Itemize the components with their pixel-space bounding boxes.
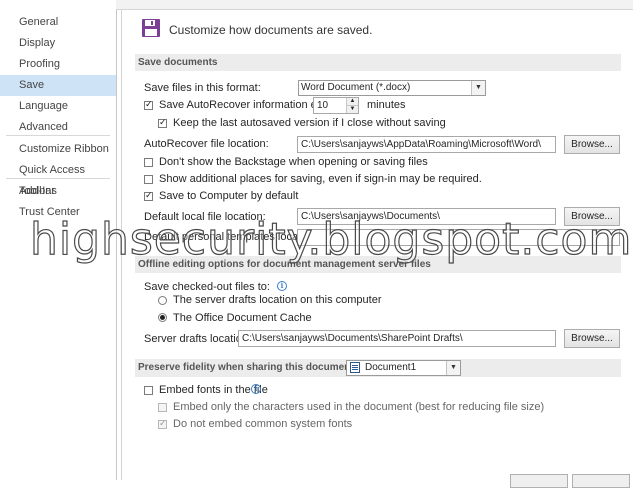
section-offline-editing: Offline editing options for document man…: [135, 256, 621, 273]
spinner-up-icon[interactable]: ▲: [346, 98, 358, 106]
embed-only-used-characters-label: Embed only the characters used in the do…: [173, 401, 545, 413]
server-drafts-radio-label: The server drafts location on this compu…: [173, 294, 382, 306]
fidelity-document-value: Document1: [365, 362, 417, 373]
cancel-button[interactable]: [572, 474, 630, 488]
info-icon[interactable]: i: [277, 281, 287, 291]
no-backstage-checkbox[interactable]: [144, 158, 153, 167]
format-select[interactable]: Word Document (*.docx) ▼: [298, 80, 486, 96]
format-select-value: Word Document (*.docx): [301, 82, 411, 93]
preserve-fidelity-label: Preserve fidelity when sharing this docu…: [138, 362, 357, 373]
embed-only-used-characters-checkbox[interactable]: [158, 403, 167, 412]
sidebar-divider: [6, 135, 110, 136]
no-common-system-fonts-label: Do not embed common system fonts: [173, 418, 353, 430]
fidelity-document-select[interactable]: Document1 ▼: [346, 360, 461, 376]
server-drafts-location-input[interactable]: C:\Users\sanjayws\Documents\SharePoint D…: [238, 330, 556, 347]
sidebar-item-save[interactable]: Save: [0, 75, 116, 96]
office-document-cache-radio[interactable]: [158, 313, 167, 322]
browse-default-local-button[interactable]: Browse...: [564, 207, 620, 226]
keep-last-autosaved-label: Keep the last autosaved version if I clo…: [173, 117, 446, 129]
chevron-down-icon: ▼: [471, 81, 485, 95]
save-to-computer-label: Save to Computer by default: [159, 190, 299, 202]
checked-out-files-label: Save checked-out files to:: [144, 281, 270, 293]
office-document-cache-radio-label: The Office Document Cache: [173, 312, 312, 324]
save-to-computer-checkbox[interactable]: [144, 190, 153, 201]
server-drafts-radio[interactable]: [158, 296, 167, 305]
options-sidebar: General Display Proofing Save Language A…: [0, 0, 117, 480]
save-options-panel: Customize how documents are saved. Save …: [121, 10, 633, 488]
show-additional-places-checkbox[interactable]: [144, 175, 153, 184]
sidebar-item-general[interactable]: General: [0, 12, 116, 33]
no-backstage-label: Don't show the Backstage when opening or…: [159, 156, 428, 168]
personal-templates-location-label: Default personal templates location:: [144, 231, 319, 243]
default-local-location-input[interactable]: C:\Users\sanjayws\Documents\: [297, 208, 556, 225]
keep-last-autosaved-checkbox[interactable]: [158, 117, 167, 128]
browse-server-drafts-button[interactable]: Browse...: [564, 329, 620, 348]
autorecover-label: Save AutoRecover information every: [159, 99, 338, 111]
ok-button[interactable]: [510, 474, 568, 488]
server-drafts-location-label: Server drafts location:: [144, 333, 251, 345]
chevron-down-icon: ▼: [446, 361, 460, 375]
page-title: Customize how documents are saved.: [169, 23, 373, 37]
autorecover-location-input[interactable]: C:\Users\sanjayws\AppData\Roaming\Micros…: [297, 136, 556, 153]
spinner-down-icon[interactable]: ▼: [346, 106, 358, 113]
default-local-location-label: Default local file location:: [144, 211, 266, 223]
personal-templates-location-input[interactable]: [297, 229, 620, 246]
sidebar-item-customize-ribbon[interactable]: Customize Ribbon: [0, 139, 116, 160]
embed-fonts-checkbox[interactable]: [144, 386, 153, 395]
show-additional-places-label: Show additional places for saving, even …: [159, 173, 482, 185]
save-disk-icon: [142, 19, 160, 37]
section-save-documents: Save documents: [135, 54, 621, 71]
autorecover-checkbox[interactable]: [144, 99, 153, 110]
sidebar-item-language[interactable]: Language: [0, 96, 116, 117]
sidebar-item-trust-center[interactable]: Trust Center: [0, 202, 116, 223]
autorecover-minutes-value: 10: [317, 100, 329, 111]
format-label: Save files in this format:: [144, 82, 261, 94]
sidebar-item-display[interactable]: Display: [0, 33, 116, 54]
top-frame: [116, 0, 633, 10]
minutes-label: minutes: [367, 99, 406, 111]
word-document-icon: [350, 362, 360, 373]
autorecover-location-label: AutoRecover file location:: [144, 138, 269, 150]
sidebar-item-proofing[interactable]: Proofing: [0, 54, 116, 75]
browse-autorecover-button[interactable]: Browse...: [564, 135, 620, 154]
autorecover-minutes-spinner[interactable]: 10 ▲ ▼: [313, 97, 359, 114]
no-common-system-fonts-checkbox[interactable]: [158, 418, 167, 429]
sidebar-divider: [6, 178, 110, 179]
info-icon[interactable]: i: [251, 384, 261, 394]
sidebar-item-add-ins[interactable]: Add-Ins: [0, 181, 116, 202]
